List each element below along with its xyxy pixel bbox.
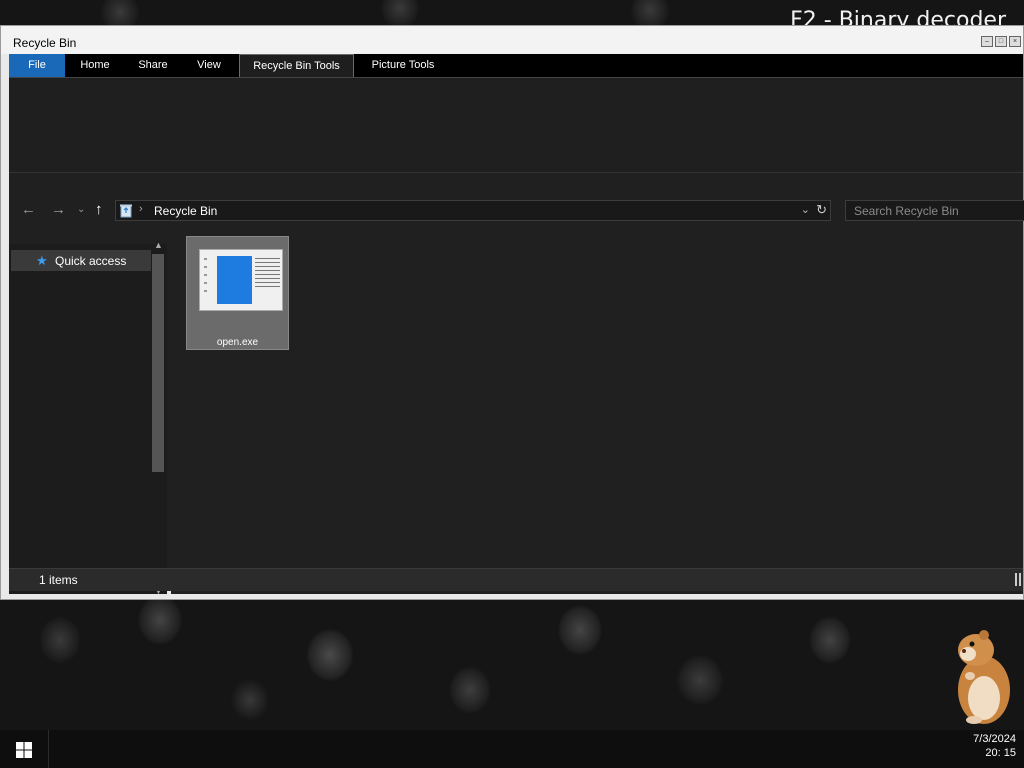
- window-titlebar[interactable]: Recycle Bin – □ ×: [1, 26, 1023, 54]
- file-item-open-exe[interactable]: open.exe: [186, 236, 289, 350]
- address-bar[interactable]: › Recycle Bin ⌄ ↻: [115, 200, 831, 221]
- recent-locations-chevron-icon[interactable]: ⌄: [77, 204, 85, 215]
- status-bar: 1 items: [9, 568, 1023, 591]
- start-button[interactable]: [0, 730, 49, 768]
- windows-logo-icon: [16, 742, 32, 758]
- back-arrow-icon[interactable]: ←: [21, 201, 36, 218]
- taskbar-clock[interactable]: 7/3/2024 20: 15: [973, 732, 1016, 760]
- hamster-desktop-icon[interactable]: [950, 626, 1012, 726]
- navigation-pane-scrollbar[interactable]: ▲ ▼: [151, 240, 165, 596]
- scroll-up-icon[interactable]: ▲: [154, 240, 163, 250]
- thumbnail-text-lines: [255, 258, 280, 290]
- explorer-body: File Home Share View Recycle Bin Tools P…: [9, 54, 1024, 596]
- window-controls: – □ ×: [981, 36, 1021, 47]
- item-count: 1 items: [39, 573, 78, 587]
- ribbon-tabs: File Home Share View Recycle Bin Tools P…: [9, 54, 1023, 78]
- tab-home[interactable]: Home: [67, 54, 123, 77]
- close-icon[interactable]: ×: [1009, 36, 1021, 47]
- ribbon-panel: [9, 78, 1023, 173]
- tab-recycle-bin-tools[interactable]: Recycle Bin Tools: [239, 54, 354, 77]
- file-name-label: open.exe: [216, 337, 259, 348]
- clock-date: 7/3/2024: [973, 733, 1016, 745]
- sidebar-item-quick-access[interactable]: ★ Quick access: [11, 250, 151, 271]
- star-icon: ★: [36, 253, 48, 268]
- clock-time: 20: 15: [985, 747, 1016, 759]
- window-title: Recycle Bin: [13, 36, 77, 50]
- breadcrumb-separator-icon: ›: [139, 203, 143, 215]
- scrollbar-thumb[interactable]: [152, 254, 164, 472]
- tab-picture-tools[interactable]: Picture Tools: [358, 54, 448, 77]
- thumbnail-blue-panel: [217, 256, 252, 304]
- recycle-bin-window: Recycle Bin – □ × File Home Share View R…: [0, 25, 1024, 600]
- taskbar: 7/3/2024 20: 15: [0, 730, 1024, 768]
- breadcrumb-recycle-bin[interactable]: Recycle Bin: [154, 204, 217, 218]
- refresh-icon[interactable]: ↻: [816, 202, 827, 218]
- minimize-icon[interactable]: –: [981, 36, 993, 47]
- search-input[interactable]: Search Recycle Bin: [845, 200, 1024, 221]
- forward-arrow-icon[interactable]: →: [51, 201, 66, 218]
- up-arrow-icon[interactable]: ↑: [95, 201, 103, 218]
- tab-file[interactable]: File: [9, 54, 65, 77]
- details-view-icon[interactable]: [1015, 573, 1021, 586]
- address-dropdown-chevron-icon[interactable]: ⌄: [801, 203, 810, 216]
- thumbnail-sidebar-icon: [204, 258, 207, 292]
- file-list-area: open.exe: [171, 234, 1023, 594]
- file-thumbnail: [199, 249, 283, 311]
- maximize-icon[interactable]: □: [995, 36, 1007, 47]
- tab-share[interactable]: Share: [125, 54, 181, 77]
- sidebar-item-label: Quick access: [55, 254, 127, 268]
- navigation-pane: ★ Quick access ▲ ▼: [9, 240, 167, 596]
- navigation-row: ← → ⌄ ↑ › Recycle Bin ⌄ ↻ Search Recycle…: [9, 199, 1024, 223]
- recycle-bin-icon: [120, 204, 132, 218]
- tab-view[interactable]: View: [183, 54, 235, 77]
